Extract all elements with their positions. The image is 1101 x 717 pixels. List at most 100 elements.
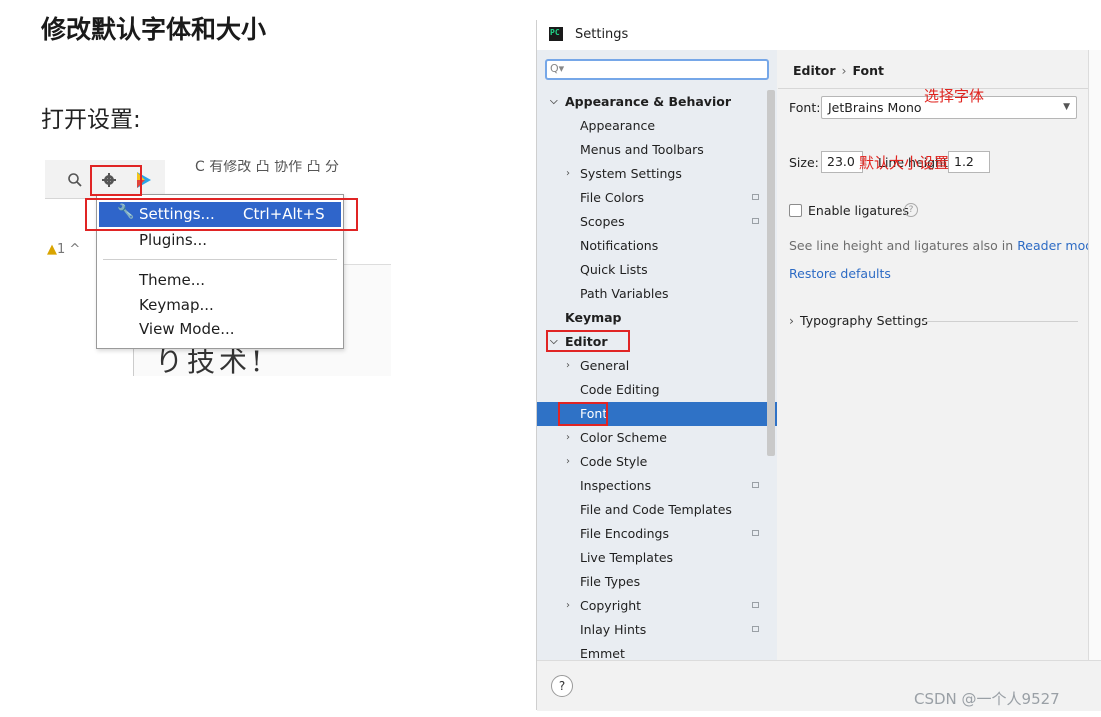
size-input[interactable]: 23.0 [821, 151, 863, 173]
search-icon: Q▾ [550, 62, 565, 75]
warning-indicator[interactable]: ▲1 ^ [47, 242, 80, 257]
tree-item-label: Copyright [580, 598, 642, 613]
chevron-right-icon[interactable]: › [566, 426, 570, 450]
project-scope-icon [752, 530, 759, 536]
chevron-right-icon[interactable]: › [566, 354, 570, 378]
tree-item-file-and-code-templates[interactable]: File and Code Templates [537, 498, 777, 522]
breadcrumb-font: Font [852, 63, 885, 78]
tree-item-label: Appearance [580, 118, 656, 133]
tree-item-quick-lists[interactable]: Quick Lists [537, 258, 777, 282]
menu-item-plugins[interactable]: Plugins... [139, 231, 207, 249]
settings-sidebar: Q▾ ⌵ Appearance & Behavior Appearance Menus… [537, 50, 777, 660]
tree-item-appearance-behavior[interactable]: ⌵ Appearance & Behavior [537, 90, 777, 114]
menu-screenshot: C 有修改 凸 协作 凸 分 ▲1 ^ り技术! 🔧 Settings... C… [45, 160, 391, 376]
pycharm-logo-icon: PC [549, 27, 563, 41]
project-scope-icon [752, 218, 759, 224]
tree-item-file-colors[interactable]: File Colors [537, 186, 777, 210]
annotation-default-size: 默认大小设置 [859, 154, 950, 172]
line-height-input[interactable]: 1.2 [948, 151, 990, 173]
tree-item-keymap[interactable]: Keymap [537, 306, 777, 330]
menu-item-keymap[interactable]: Keymap... [139, 296, 214, 314]
search-icon[interactable] [67, 172, 83, 188]
breadcrumb-editor[interactable]: Editor [793, 63, 836, 78]
tree-item-file-encodings[interactable]: File Encodings [537, 522, 777, 546]
highlight-font-box [558, 402, 608, 426]
tree-item-system-settings[interactable]: › System Settings [537, 162, 777, 186]
tree-item-label: Quick Lists [580, 262, 648, 277]
tree-item-emmet[interactable]: Emmet [537, 642, 777, 660]
menu-separator [103, 259, 337, 260]
window-titlebar: PC Settings [537, 20, 1101, 50]
article-heading: 修改默认字体和大小 [41, 15, 267, 44]
tree-item-label: Inlay Hints [580, 622, 647, 637]
tree-item-path-variables[interactable]: Path Variables [537, 282, 777, 306]
breadcrumb: Editor › Font [793, 63, 884, 78]
highlight-settings-box [85, 198, 358, 231]
tree-item-label: Scopes [580, 214, 625, 229]
tree-item-label: General [580, 358, 630, 373]
menu-item-theme[interactable]: Theme... [139, 271, 205, 289]
chevron-right-icon: › [789, 313, 794, 328]
hint-text: See line height and ligatures also in Re… [789, 238, 1101, 253]
chevron-right-icon[interactable]: › [566, 594, 570, 618]
project-scope-icon [752, 482, 759, 488]
chevron-down-icon: ▼ [1063, 102, 1070, 112]
restore-defaults-link[interactable]: Restore defaults [789, 266, 891, 281]
tree-item-notifications[interactable]: Notifications [537, 234, 777, 258]
tree-item-label: File and Code Templates [580, 502, 732, 517]
tree-item-scopes[interactable]: Scopes [537, 210, 777, 234]
tree-item-label: File Colors [580, 190, 645, 205]
tree-item-label: System Settings [580, 166, 682, 181]
tree-item-code-editing[interactable]: Code Editing [537, 378, 777, 402]
highlight-gear-box [90, 165, 142, 196]
tree-item-label: Code Style [580, 454, 648, 469]
tree-item-label: File Types [580, 574, 641, 589]
tree-item-label: Menus and Toolbars [580, 142, 704, 157]
tree-item-color-scheme[interactable]: › Color Scheme [537, 426, 777, 450]
tree-item-label: Inspections [580, 478, 652, 493]
right-scroll-area [1088, 50, 1101, 660]
typography-settings-toggle[interactable]: › Typography Settings [789, 313, 928, 328]
tree-item-menus-and-toolbars[interactable]: Menus and Toolbars [537, 138, 777, 162]
hint-text-body: See line height and ligatures also in [789, 238, 1014, 253]
help-button[interactable]: ? [551, 675, 573, 697]
warning-count: 1 [57, 242, 66, 257]
chevron-right-icon[interactable]: › [566, 450, 570, 474]
project-scope-icon [752, 626, 759, 632]
tree-item-file-types[interactable]: File Types [537, 570, 777, 594]
chevron-right-icon[interactable]: › [566, 162, 570, 186]
warning-icon: ▲ [47, 242, 57, 257]
project-scope-icon [752, 602, 759, 608]
typography-settings-label: Typography Settings [800, 313, 928, 328]
article-subheading: 打开设置: [41, 107, 141, 133]
size-label: Size: [789, 155, 819, 170]
breadcrumb-separator-icon: › [841, 63, 847, 78]
tree-item-label: Emmet [580, 646, 625, 660]
settings-search-input[interactable]: Q▾ [545, 59, 769, 80]
tree-item-live-templates[interactable]: Live Templates [537, 546, 777, 570]
tree-item-label: Keymap [565, 310, 622, 325]
tree-item-label: Path Variables [580, 286, 669, 301]
font-settings-panel: Editor › Font Font: JetBrains Mono ▼ Size:… [778, 50, 1101, 660]
settings-window: PC Settings Q▾ ⌵ Appearance & Behavior App… [536, 20, 1101, 711]
tree-item-label: Live Templates [580, 550, 674, 565]
chevron-down-icon[interactable]: ⌵ [550, 90, 558, 114]
menu-item-view-mode[interactable]: View Mode... [139, 320, 235, 338]
tree-item-label: File Encodings [580, 526, 670, 541]
tree-item-label: Code Editing [580, 382, 660, 397]
enable-ligatures-checkbox[interactable] [789, 204, 802, 217]
csdn-watermark: CSDN @一个人9527 [914, 690, 1060, 708]
help-icon[interactable]: ? [904, 203, 918, 217]
tree-item-inlay-hints[interactable]: Inlay Hints [537, 618, 777, 642]
enable-ligatures-label[interactable]: Enable ligatures [808, 203, 909, 218]
tree-item-inspections[interactable]: Inspections [537, 474, 777, 498]
tree-item-copyright[interactable]: › Copyright [537, 594, 777, 618]
tree-item-general[interactable]: › General [537, 354, 777, 378]
typography-divider [922, 321, 1078, 322]
tree-item-code-style[interactable]: › Code Style [537, 450, 777, 474]
font-select-value: JetBrains Mono [828, 100, 922, 115]
annotation-choose-font: 选择字体 [924, 87, 985, 105]
sidebar-scrollbar[interactable] [767, 90, 775, 456]
tree-item-appearance[interactable]: Appearance [537, 114, 777, 138]
tree-item-label: Appearance & Behavior [565, 94, 731, 109]
